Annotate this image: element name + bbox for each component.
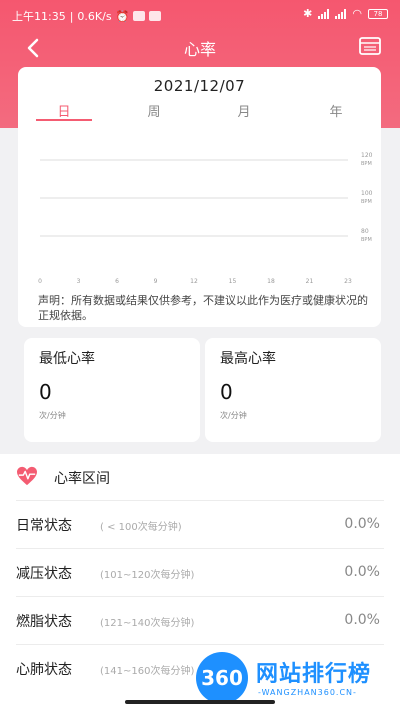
x-tick-label: 9 xyxy=(154,278,158,285)
x-tick-label: 12 xyxy=(190,278,198,285)
x-tick-label: 3 xyxy=(77,278,81,285)
x-tick-label: 21 xyxy=(306,278,314,285)
y-tick-label: 120 xyxy=(361,152,373,159)
zone-row: 燃脂状态 (121~140次每分钟) 0.0% xyxy=(16,596,384,644)
watermark-subtext: -WANGZHAN360.CN- xyxy=(258,688,357,697)
signal-icon xyxy=(335,8,347,19)
x-tick-label: 15 xyxy=(229,278,237,285)
chart-card: 2021/12/07 日 周 月 年 120 BPM 100 BPM 80 BPM 0 3 6 9… xyxy=(18,67,381,327)
y-tick-label: 80 xyxy=(361,228,369,235)
max-heart-rate-title: 最高心率 xyxy=(220,351,276,367)
max-heart-rate-card: 最高心率 0 次/分钟 xyxy=(205,338,381,442)
alarm-icon: ⏰ xyxy=(115,9,130,23)
bluetooth-icon: ✱ xyxy=(303,7,313,20)
battery-icon: 78 xyxy=(368,8,388,19)
zone-name: 心肺状态 xyxy=(16,662,72,678)
heart-icon xyxy=(17,466,37,486)
y-tick-unit: BPM xyxy=(361,199,372,205)
calendar-icon[interactable] xyxy=(358,36,382,56)
app-notification-icon xyxy=(149,11,162,21)
min-heart-rate-unit: 次/分钟 xyxy=(39,411,66,420)
min-heart-rate-card: 最低心率 0 次/分钟 xyxy=(24,338,200,442)
x-tick-label: 6 xyxy=(115,278,119,285)
heart-rate-chart: 120 BPM 100 BPM 80 BPM 0 3 6 9 12 15 18 21 23 xyxy=(38,152,373,285)
y-tick-label: 100 xyxy=(361,190,373,197)
zone-row: 减压状态 (101~120次每分钟) 0.0% xyxy=(16,548,384,596)
zones-header: 心率区间 xyxy=(0,454,400,500)
x-tick-label: 0 xyxy=(38,278,42,285)
status-time: 上午11:35 xyxy=(12,10,66,23)
status-network-speed: 0.6K/s xyxy=(77,9,112,23)
zones-title: 心率区间 xyxy=(54,471,110,487)
zone-row: 日常状态 ( < 100次每分钟) 0.0% xyxy=(16,500,384,548)
signal-icon xyxy=(318,8,330,19)
x-tick-label: 23 xyxy=(344,278,352,285)
page-title: 心率 xyxy=(183,40,216,59)
zone-range: ( < 100次每分钟) xyxy=(100,522,182,533)
zone-name: 燃脂状态 xyxy=(16,614,72,630)
y-tick-unit: BPM xyxy=(361,237,372,243)
zone-range: (101~120次每分钟) xyxy=(100,570,195,581)
zone-name: 日常状态 xyxy=(16,518,72,534)
max-heart-rate-unit: 次/分钟 xyxy=(220,411,247,420)
min-heart-rate-title: 最低心率 xyxy=(39,351,95,367)
status-bar: 上午11:35 | 0.6K/s ⏰ ✱ ◠ 78 xyxy=(0,0,400,28)
zone-name: 减压状态 xyxy=(16,566,72,582)
watermark-text: 网站排行榜 xyxy=(256,662,372,687)
disclaimer-text: 声明：所有数据或结果仅供参考，不建议以此作为医疗或健康状况的正规依据。 xyxy=(38,294,368,322)
x-tick-label: 18 xyxy=(267,278,275,285)
zone-percent: 0.0% xyxy=(344,564,380,580)
y-tick-unit: BPM xyxy=(361,161,372,167)
min-heart-rate-value: 0 xyxy=(39,380,52,404)
watermark-logo: 360 xyxy=(196,652,248,704)
app-notification-icon xyxy=(133,11,146,21)
home-indicator xyxy=(125,700,275,704)
max-heart-rate-value: 0 xyxy=(220,380,233,404)
zone-range: (141~160次每分钟) xyxy=(100,666,195,677)
zone-percent: 0.0% xyxy=(344,516,380,532)
zone-range: (121~140次每分钟) xyxy=(100,618,195,629)
zone-percent: 0.0% xyxy=(344,612,380,628)
wifi-icon: ◠ xyxy=(352,7,362,20)
